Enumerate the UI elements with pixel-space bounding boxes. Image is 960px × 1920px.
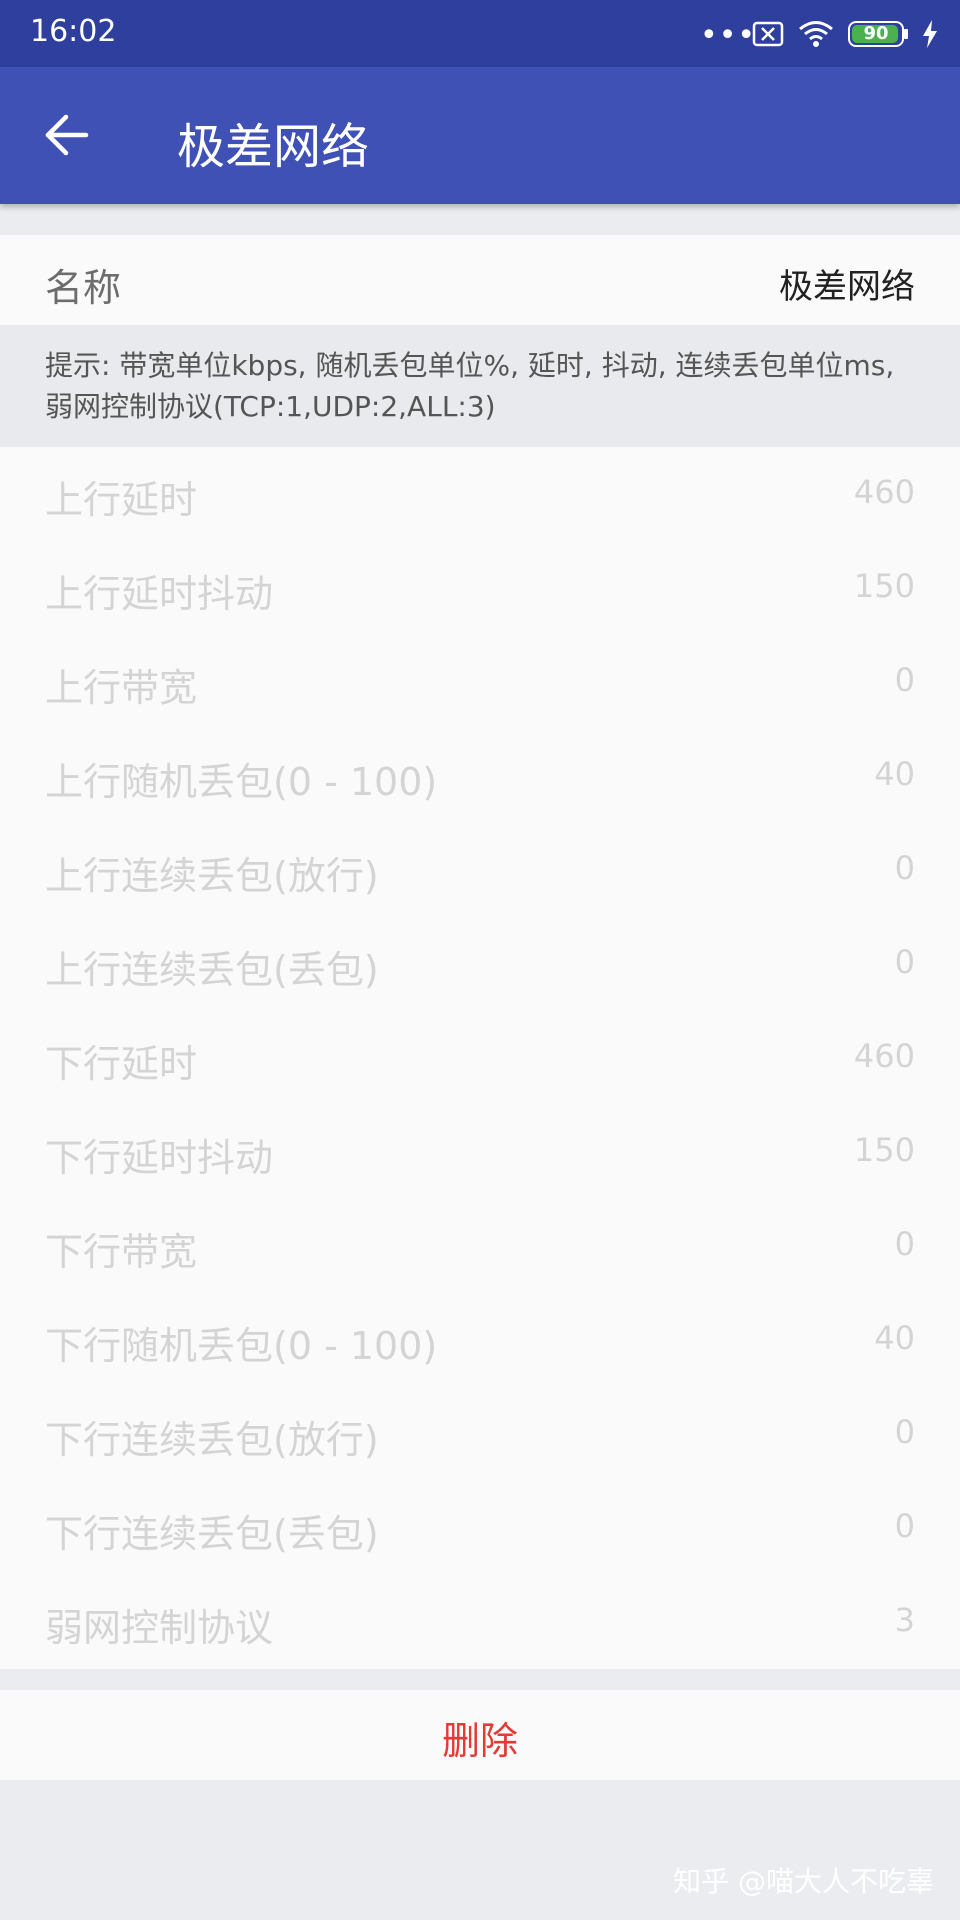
param-label: 上行连续丢包(丢包) (45, 948, 379, 992)
param-row-up-jitter[interactable]: 上行延时抖动 150 (0, 541, 960, 635)
name-field-row[interactable]: 名称 极差网络 (0, 235, 960, 325)
param-label: 上行随机丢包(0 - 100) (45, 760, 438, 804)
param-row-down-random-loss[interactable]: 下行随机丢包(0 - 100) 40 (0, 1293, 960, 1387)
param-label: 下行连续丢包(丢包) (45, 1512, 379, 1556)
param-value: 150 (853, 1131, 915, 1169)
param-row-up-random-loss[interactable]: 上行随机丢包(0 - 100) 40 (0, 729, 960, 823)
battery-level: 90 (863, 23, 889, 44)
param-label: 上行连续丢包(放行) (45, 854, 379, 898)
param-value: 0 (894, 1225, 915, 1263)
param-value: 0 (894, 849, 915, 887)
param-value: 40 (874, 755, 915, 793)
watermark: 知乎 @喵大人不吃辜 (673, 1865, 934, 1898)
param-row-down-burst-drop[interactable]: 下行连续丢包(丢包) 0 (0, 1481, 960, 1575)
param-list: 上行延时 460 上行延时抖动 150 上行带宽 0 上行随机丢包(0 - 10… (0, 447, 960, 1669)
param-row-down-jitter[interactable]: 下行延时抖动 150 (0, 1105, 960, 1199)
param-row-up-latency[interactable]: 上行延时 460 (0, 447, 960, 541)
param-label: 上行延时抖动 (45, 572, 274, 616)
param-row-down-bandwidth[interactable]: 下行带宽 0 (0, 1199, 960, 1293)
param-value: 460 (853, 1037, 915, 1075)
charging-icon (923, 20, 937, 48)
hint-text: 提示: 带宽单位kbps, 随机丢包单位%, 延时, 抖动, 连续丢包单位ms,… (0, 325, 960, 447)
param-label: 下行延时抖动 (45, 1136, 274, 1180)
battery-icon: 90 (848, 21, 908, 47)
param-row-protocol[interactable]: 弱网控制协议 3 (0, 1575, 960, 1669)
status-bar: 16:02 ••• 90 (0, 0, 960, 67)
param-value: 3 (894, 1601, 915, 1639)
param-label: 下行延时 (45, 1042, 198, 1086)
param-label: 下行带宽 (45, 1230, 198, 1274)
param-value: 0 (894, 661, 915, 699)
name-value[interactable]: 极差网络 (779, 259, 915, 308)
param-value: 0 (894, 943, 915, 981)
param-row-down-burst-pass[interactable]: 下行连续丢包(放行) 0 (0, 1387, 960, 1481)
app-bar: 极差网络 (0, 67, 960, 204)
param-value: 0 (894, 1413, 915, 1451)
param-value: 460 (853, 473, 915, 511)
arrow-back-icon[interactable] (44, 112, 90, 158)
more-notifications-icon: ••• (700, 18, 757, 53)
delete-label: 删除 (441, 1719, 518, 1763)
param-value: 0 (894, 1507, 915, 1545)
param-row-up-burst-drop[interactable]: 上行连续丢包(丢包) 0 (0, 917, 960, 1011)
wifi-icon (799, 21, 833, 47)
param-label: 上行延时 (45, 478, 198, 522)
param-row-up-burst-pass[interactable]: 上行连续丢包(放行) 0 (0, 823, 960, 917)
name-label: 名称 (45, 266, 122, 310)
param-label: 下行连续丢包(放行) (45, 1418, 379, 1462)
param-value: 40 (874, 1319, 915, 1357)
param-label: 上行带宽 (45, 666, 198, 710)
param-row-up-bandwidth[interactable]: 上行带宽 0 (0, 635, 960, 729)
param-label: 下行随机丢包(0 - 100) (45, 1324, 438, 1368)
sim-disabled-icon (752, 21, 784, 47)
param-row-down-latency[interactable]: 下行延时 460 (0, 1011, 960, 1105)
param-value: 150 (853, 567, 915, 605)
page-title: 极差网络 (177, 119, 370, 175)
param-label: 弱网控制协议 (45, 1606, 274, 1650)
delete-button[interactable]: 删除 (0, 1690, 960, 1780)
status-time: 16:02 (30, 14, 117, 49)
